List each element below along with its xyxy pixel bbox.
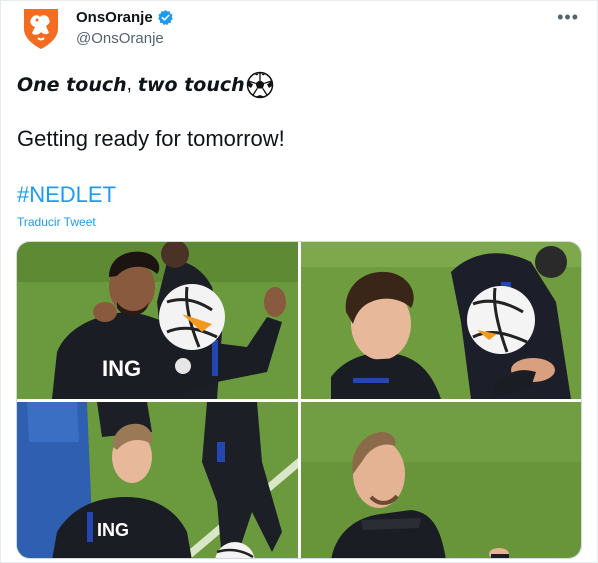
tweet-text-line1: One touch , two touch [17,71,274,99]
translate-tweet-link[interactable]: Traducir Tweet [17,215,96,229]
tweet-text-bold-2: two touch [137,74,245,96]
media-photo-2[interactable] [301,242,581,399]
handle[interactable]: @OnsOranje [76,30,174,47]
media-grid: ING ING [16,241,582,559]
hashtag-link[interactable]: #NEDLET [17,182,116,208]
photo-1-image: ING [17,242,298,399]
verified-badge-icon [157,9,174,26]
media-photo-1[interactable]: ING [17,242,298,399]
tweet-text-comma: , [126,74,132,95]
soccer-ball-icon [246,71,274,99]
more-options-icon[interactable]: ••• [557,7,579,28]
media-photo-4[interactable] [301,402,581,558]
media-photo-3[interactable]: ING [17,402,298,558]
tweet-text-bold-1: One touch [17,74,127,96]
author-block: OnsOranje @OnsOranje [76,9,174,47]
name-row: OnsOranje [76,9,174,26]
photo-1-shirt-text: ING [102,356,141,381]
tweet-card: OnsOranje @OnsOranje ••• One touch , two… [0,0,598,563]
tweet-text-line2: Getting ready for tomorrow! [17,126,285,151]
photo-4-image [301,402,581,558]
photo-3-image: ING [17,402,298,558]
avatar[interactable] [18,5,64,51]
knvb-lion-logo-icon [24,9,58,49]
photo-3-shirt-text: ING [97,520,129,540]
display-name[interactable]: OnsOranje [76,9,153,26]
photo-2-image [301,242,581,399]
